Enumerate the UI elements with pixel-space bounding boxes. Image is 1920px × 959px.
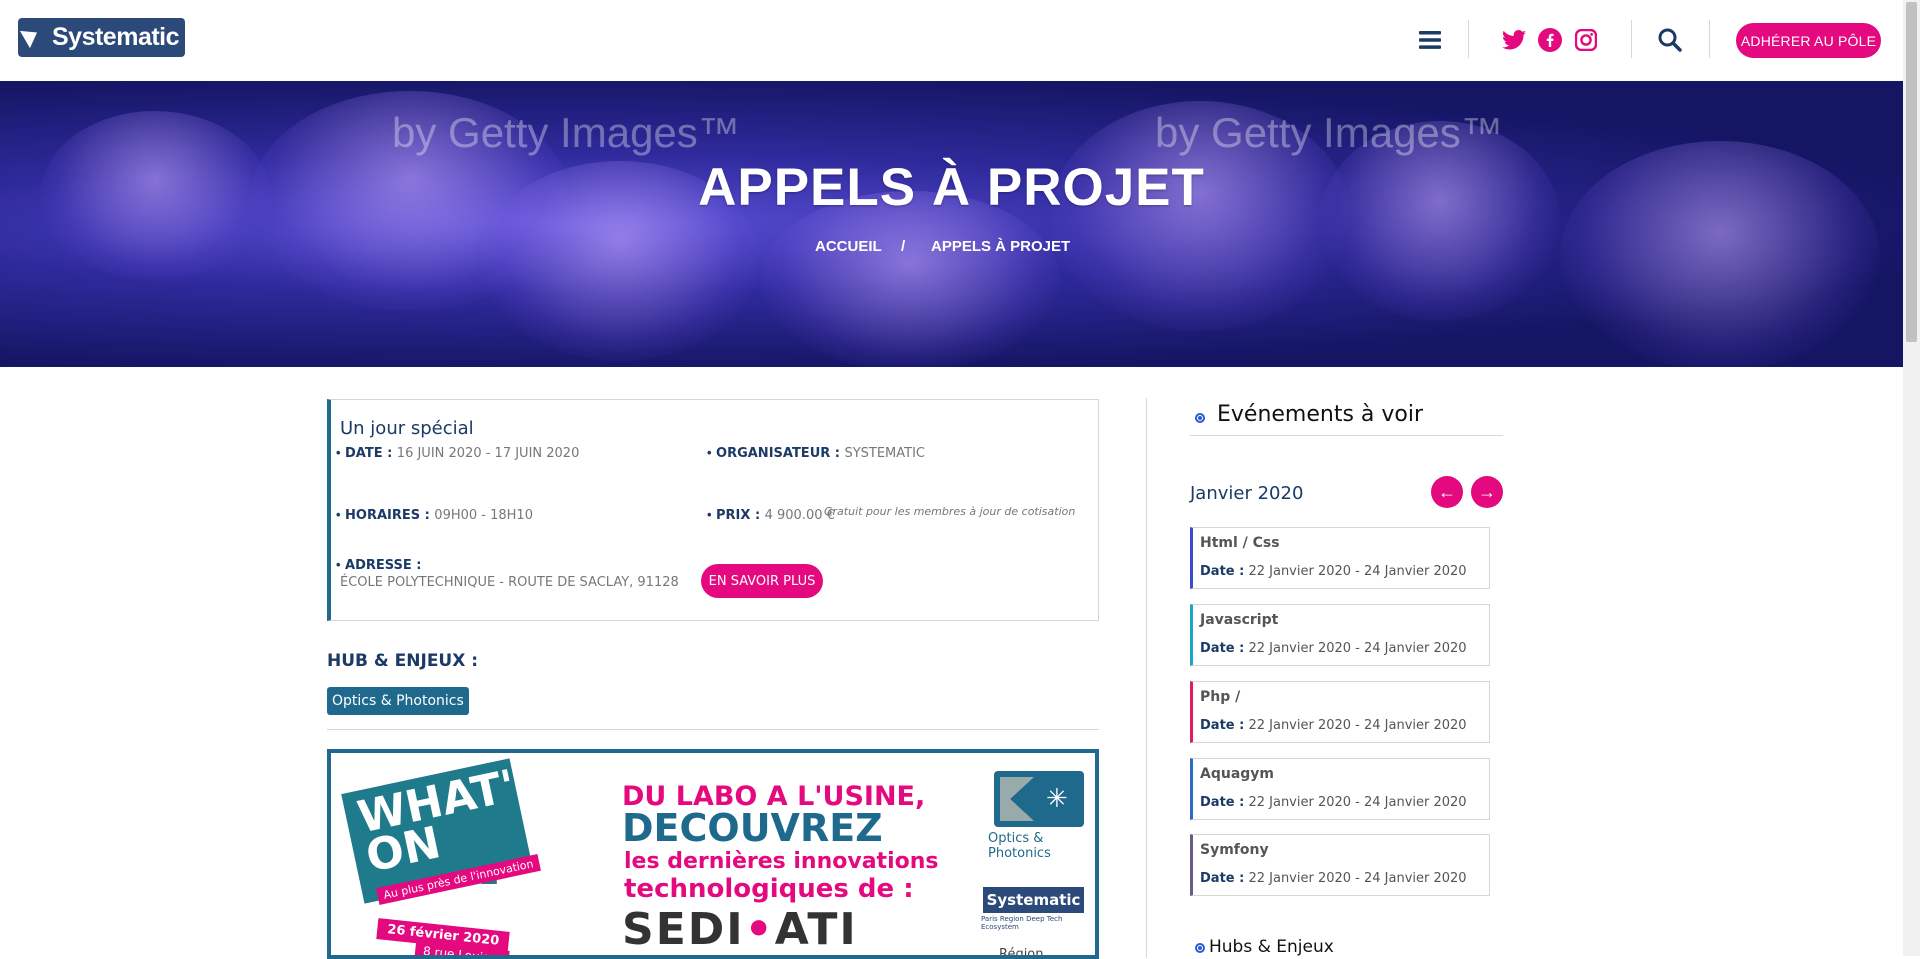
event-date: Date : 22 Janvier 2020 - 24 Janvier 2020 [1200, 718, 1467, 733]
ati-text: ATI [774, 904, 858, 955]
horaires-label: HORAIRES : [345, 508, 430, 523]
event-list-item[interactable]: Symfony Date : 22 Janvier 2020 - 24 Janv… [1190, 834, 1490, 896]
prev-month-button[interactable]: ← [1431, 476, 1463, 508]
event-name: Php / [1200, 689, 1241, 705]
bullet-icon: • [336, 507, 341, 522]
event-date-row: • DATE : 16 JUIN 2020 - 17 JUIN 2020 [336, 444, 579, 462]
event-name: Html / Css [1200, 535, 1280, 551]
event-name: Javascript [1200, 612, 1279, 628]
event-date: Date : 22 Janvier 2020 - 24 Janvier 2020 [1200, 564, 1467, 579]
facebook-icon[interactable] [1537, 27, 1563, 53]
event-date-label: Date : [1200, 564, 1245, 579]
event-list-item[interactable]: Php / Date : 22 Janvier 2020 - 24 Janvie… [1190, 681, 1490, 743]
header-divider [1709, 20, 1710, 58]
breadcrumb-current: APPELS À PROJET [931, 238, 1071, 255]
event-adresse-row: • ADRESSE : [336, 556, 422, 574]
bullet-icon: • [707, 507, 712, 522]
calendar-month: Janvier 2020 [1190, 483, 1304, 504]
next-month-button[interactable]: → [1471, 476, 1503, 508]
sun-icon: ✳ [1046, 783, 1068, 813]
systematic-logo[interactable]: Systematic [18, 18, 185, 57]
dot-icon: • [744, 904, 775, 955]
event-name: Aquagym [1200, 766, 1275, 782]
event-poster-image: WHAT'S ON ? Au plus près de l'innovation… [327, 749, 1099, 959]
header-divider [1468, 20, 1469, 58]
adherer-button[interactable]: ADHÉRER AU PÔLE [1736, 23, 1881, 58]
poster-line3: les dernières innovations [624, 849, 939, 874]
twitter-icon[interactable] [1501, 27, 1527, 53]
event-date-value: 22 Janvier 2020 - 24 Janvier 2020 [1248, 795, 1467, 810]
question-mark-icon: ? [467, 805, 517, 905]
divider [327, 729, 1099, 730]
prix-note: Gratuit pour les membres à jour de cotis… [824, 505, 1076, 518]
systematic-small-logo: Systematic [983, 887, 1084, 913]
optics-logo-mark [1000, 777, 1034, 821]
poster-line2: DECOUVREZ [622, 806, 883, 850]
bullet-icon: • [336, 445, 341, 460]
breadcrumb-separator: / [901, 238, 906, 255]
radio-dot-icon [1195, 413, 1205, 423]
event-name: Symfony [1200, 842, 1269, 858]
organisateur-value: SYSTEMATIC [844, 446, 925, 461]
poster-line4: technologiques de : [624, 874, 914, 904]
organisateur-label: ORGANISATEUR : [716, 446, 840, 461]
event-date-label: Date : [1200, 795, 1245, 810]
radio-dot-icon [1195, 943, 1205, 953]
scrollbar-thumb[interactable] [1906, 2, 1917, 342]
event-date-value: 22 Janvier 2020 - 24 Janvier 2020 [1248, 871, 1467, 886]
menu-icon[interactable] [1418, 27, 1442, 53]
header-divider [1631, 20, 1632, 58]
hub-title: HUB & ENJEUX : [327, 651, 479, 671]
search-icon[interactable] [1656, 27, 1684, 53]
watermark-text: by Getty Images™ [1155, 109, 1503, 156]
sidebar-divider [1190, 435, 1503, 436]
event-date-value: 22 Janvier 2020 - 24 Janvier 2020 [1248, 718, 1467, 733]
logo-mark-icon [18, 18, 52, 57]
page-title: APPELS À PROJET [698, 158, 1205, 217]
adresse-value: ÉCOLE POLYTECHNIQUE - ROUTE DE SACLAY, 9… [340, 575, 679, 590]
event-date: Date : 22 Janvier 2020 - 24 Janvier 2020 [1200, 871, 1467, 886]
event-date-label: Date : [1200, 718, 1245, 733]
event-date-label: Date : [1200, 871, 1245, 886]
event-prix-row: • PRIX : 4 900.00 € [707, 506, 835, 524]
event-organisateur-row: • ORGANISATEUR : SYSTEMATIC [707, 444, 925, 462]
adresse-label: ADRESSE : [345, 558, 422, 573]
event-date-label: Date : [1200, 641, 1245, 656]
event-list-item[interactable]: Html / Css Date : 22 Janvier 2020 - 24 J… [1190, 527, 1490, 589]
event-horaires-row: • HORAIRES : 09H00 - 18H10 [336, 506, 533, 524]
event-date-value: 22 Janvier 2020 - 24 Janvier 2020 [1248, 564, 1467, 579]
sedi-text: SEDI [622, 904, 745, 955]
en-savoir-plus-button[interactable]: EN SAVOIR PLUS [701, 564, 823, 598]
breadcrumb-home[interactable]: ACCUEIL [815, 238, 882, 255]
site-header: Systematic ADHÉRER AU PÔLE [0, 0, 1903, 81]
bullet-icon: • [336, 557, 341, 572]
date-label: DATE : [345, 446, 393, 461]
horaires-value: 09H00 - 18H10 [434, 508, 533, 523]
bullet-icon: • [707, 445, 712, 460]
logo-text: Systematic [52, 23, 180, 51]
date-value: 16 JUIN 2020 - 17 JUIN 2020 [396, 446, 580, 461]
scrollbar-track[interactable] [1903, 0, 1920, 956]
event-list-item[interactable]: Aquagym Date : 22 Janvier 2020 - 24 Janv… [1190, 758, 1490, 820]
region-text: Région [999, 947, 1044, 959]
event-date: Date : 22 Janvier 2020 - 24 Janvier 2020 [1200, 641, 1467, 656]
hub-tag[interactable]: Optics & Photonics [327, 687, 469, 715]
sidebar-title: Evénements à voir [1217, 402, 1424, 427]
instagram-icon[interactable] [1573, 27, 1599, 53]
event-list-item[interactable]: Javascript Date : 22 Janvier 2020 - 24 J… [1190, 604, 1490, 666]
event-date-value: 22 Janvier 2020 - 24 Janvier 2020 [1248, 641, 1467, 656]
sedi-ati-logo: SEDI•ATI [622, 904, 858, 955]
watermark-text: by Getty Images™ [392, 109, 740, 156]
hero-banner: by Getty Images™ by Getty Images™ [0, 81, 1903, 367]
column-divider [1146, 398, 1147, 958]
hubs-enjeux-title: Hubs & Enjeux [1209, 937, 1334, 957]
systematic-sub: Paris Region Deep Tech Ecosystem [981, 915, 1063, 931]
event-title: Un jour spécial [340, 418, 474, 439]
prix-label: PRIX : [716, 508, 761, 523]
optics-logo-icon: ✳ [994, 771, 1084, 827]
event-date: Date : 22 Janvier 2020 - 24 Janvier 2020 [1200, 795, 1467, 810]
optics-logo-text: Optics & Photonics [988, 831, 1051, 861]
